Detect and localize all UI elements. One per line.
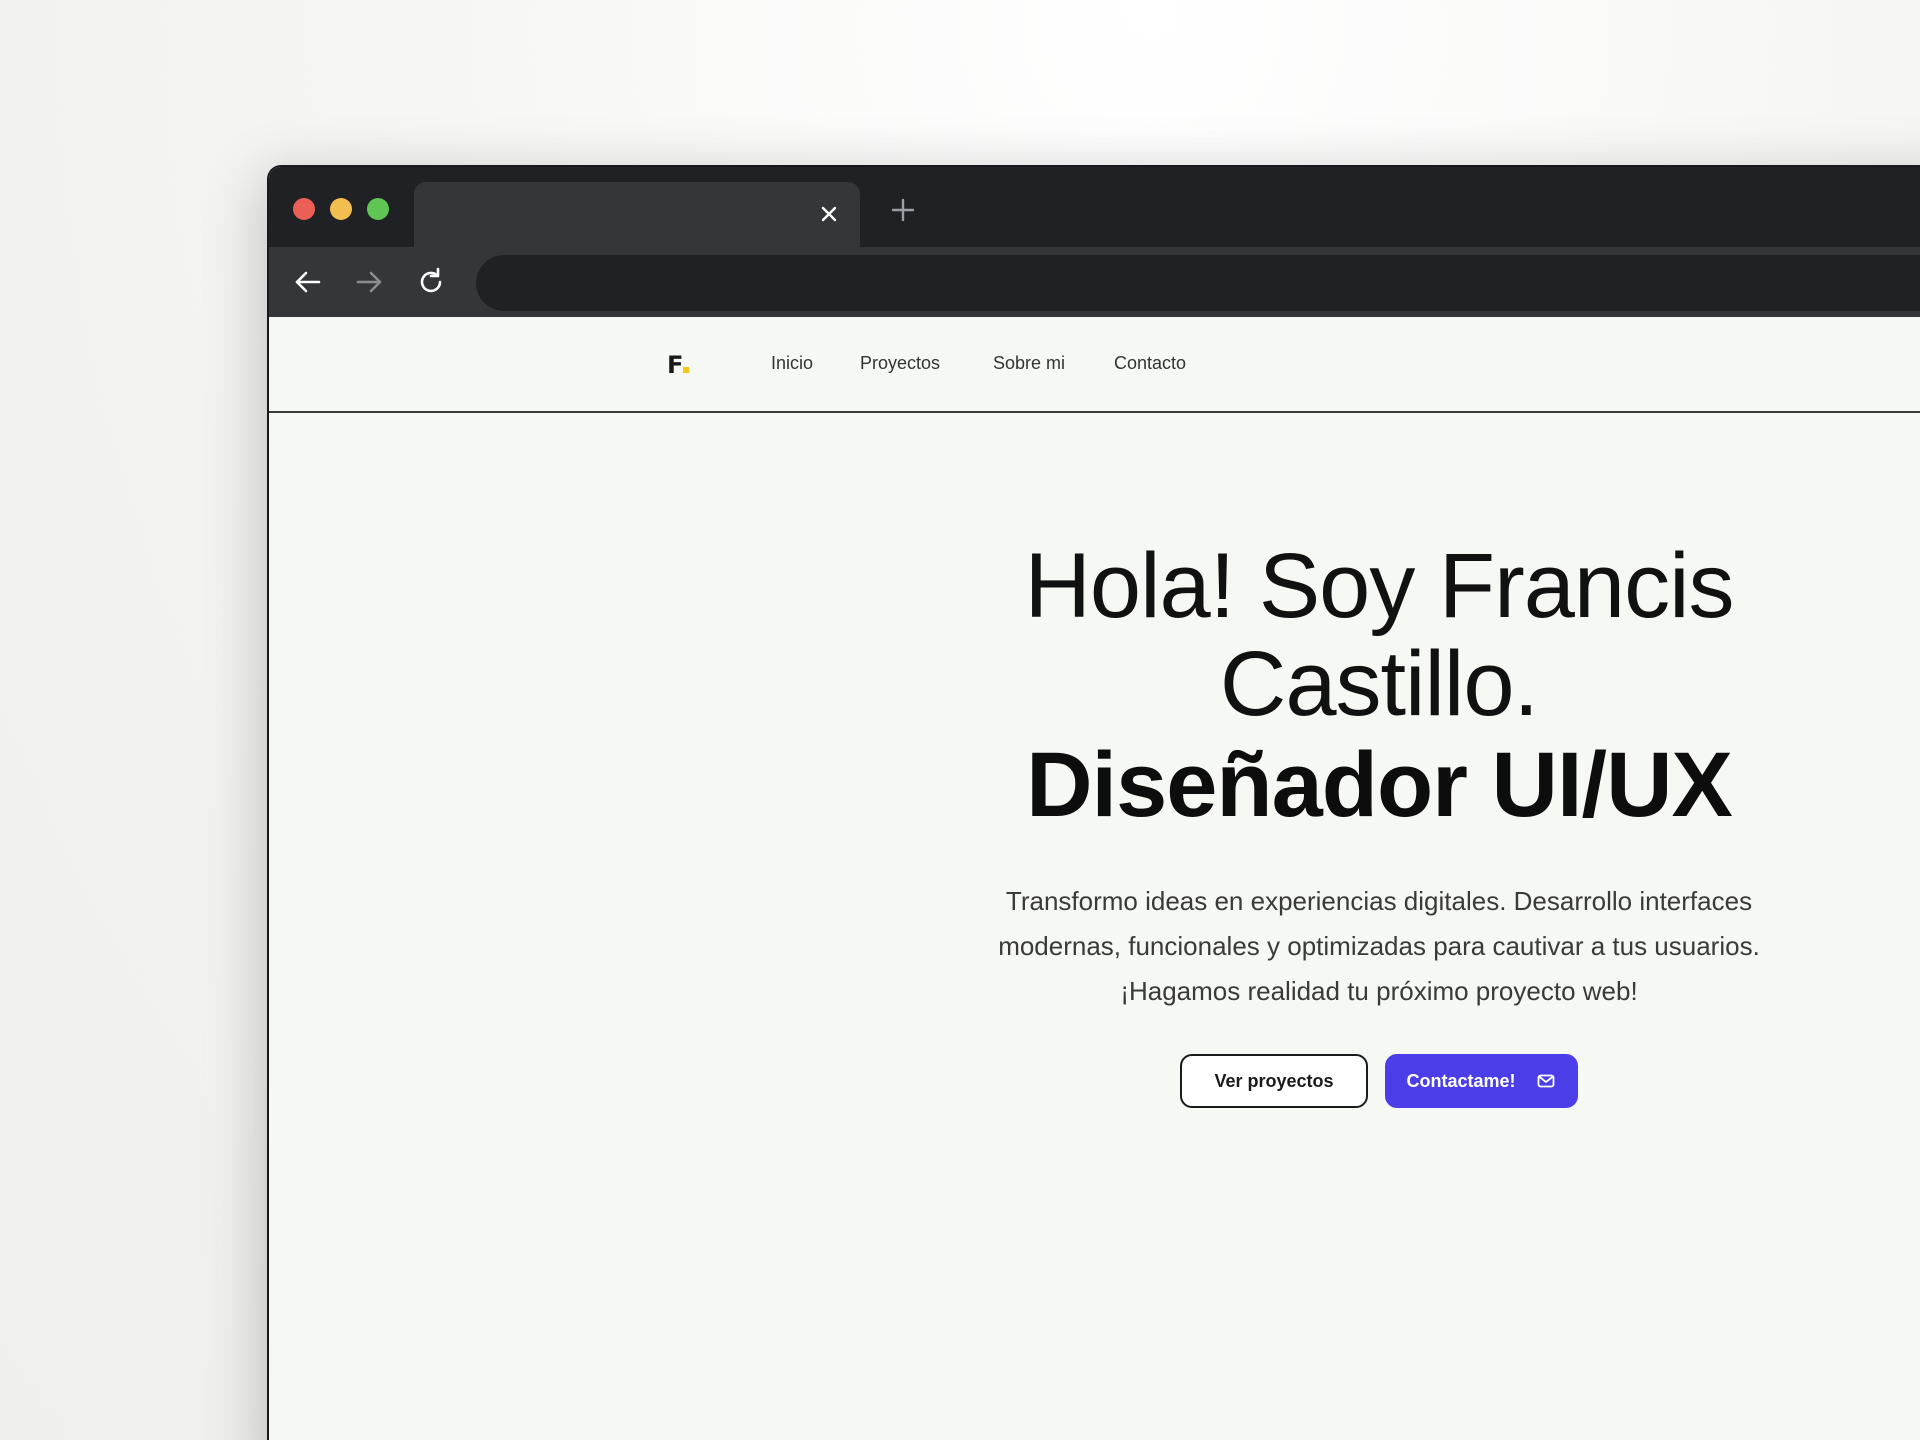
hero-role: Diseñador UI/UX bbox=[1026, 734, 1733, 836]
site-navbar: F Inicio Proyectos Sobre mi Contacto bbox=[269, 317, 1920, 413]
hero-description: Transformo ideas en experiencias digital… bbox=[998, 886, 1760, 1006]
nav-item-contacto[interactable]: Contacto bbox=[1114, 353, 1186, 374]
reload-icon[interactable] bbox=[414, 265, 448, 299]
window-maximize-dot[interactable] bbox=[367, 198, 389, 220]
hero-greeting-line-1: Hola! Soy Francis bbox=[1024, 535, 1734, 637]
contact-button[interactable]: Contactame! bbox=[1384, 1054, 1578, 1108]
hero-section: Hola! Soy Francis Castillo. Diseñador UI… bbox=[959, 537, 1799, 1108]
address-bar[interactable] bbox=[476, 255, 1920, 311]
hero-actions: Ver proyectos Contactame! bbox=[959, 1054, 1799, 1108]
plus-icon[interactable] bbox=[888, 195, 918, 225]
contact-button-label: Contactame! bbox=[1406, 1071, 1516, 1091]
browser-window: F Inicio Proyectos Sobre mi Contacto Hol… bbox=[269, 167, 1920, 1440]
nav-item-sobre-mi[interactable]: Sobre mi bbox=[993, 353, 1065, 374]
close-icon[interactable] bbox=[816, 201, 842, 227]
hero-greeting: Hola! Soy Francis Castillo. bbox=[959, 537, 1799, 733]
browser-titlebar bbox=[269, 167, 1920, 247]
window-close-dot[interactable] bbox=[293, 198, 315, 220]
browser-toolbar bbox=[269, 247, 1920, 317]
arrow-left-icon[interactable] bbox=[291, 265, 325, 299]
mail-icon bbox=[1537, 1074, 1554, 1088]
arrow-right-icon[interactable] bbox=[352, 265, 386, 299]
logo-letter: F bbox=[667, 351, 683, 379]
web-page: F Inicio Proyectos Sobre mi Contacto Hol… bbox=[269, 317, 1920, 1440]
nav-item-inicio[interactable]: Inicio bbox=[771, 353, 813, 374]
view-projects-button[interactable]: Ver proyectos bbox=[1180, 1054, 1368, 1108]
hero-greeting-line-2: Castillo. bbox=[1219, 633, 1539, 735]
site-logo[interactable]: F bbox=[667, 351, 690, 379]
nav-item-proyectos[interactable]: Proyectos bbox=[860, 353, 940, 374]
logo-dot bbox=[683, 367, 690, 373]
browser-tab[interactable] bbox=[414, 182, 860, 247]
window-minimize-dot[interactable] bbox=[330, 198, 352, 220]
